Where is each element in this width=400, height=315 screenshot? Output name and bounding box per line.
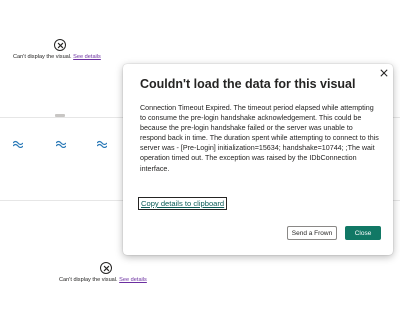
- visual-error-text: Can't display the visual.: [13, 54, 72, 60]
- see-details-link[interactable]: See details: [73, 54, 101, 60]
- wave-icon: [56, 140, 66, 148]
- error-circle-x-icon: [54, 39, 66, 51]
- wave-icon: [97, 140, 107, 148]
- copy-details-link[interactable]: Copy details to clipboard: [137, 197, 228, 210]
- wave-icon: [13, 140, 23, 148]
- error-details-dialog: Couldn't load the data for this visual C…: [123, 64, 393, 255]
- visual-error-message: Can't display the visual. See details: [59, 277, 147, 283]
- send-frown-button[interactable]: Send a Frown: [287, 226, 337, 240]
- dialog-title: Couldn't load the data for this visual: [140, 77, 356, 91]
- error-circle-x-icon: [100, 262, 112, 274]
- error-details-text: Connection Timeout Expired. The timeout …: [140, 104, 379, 173]
- see-details-link[interactable]: See details: [119, 277, 147, 283]
- close-button[interactable]: Close: [345, 226, 381, 240]
- visual-error-text: Can't display the visual.: [59, 277, 118, 283]
- visual-error-message: Can't display the visual. See details: [13, 54, 101, 60]
- close-icon[interactable]: [378, 67, 390, 79]
